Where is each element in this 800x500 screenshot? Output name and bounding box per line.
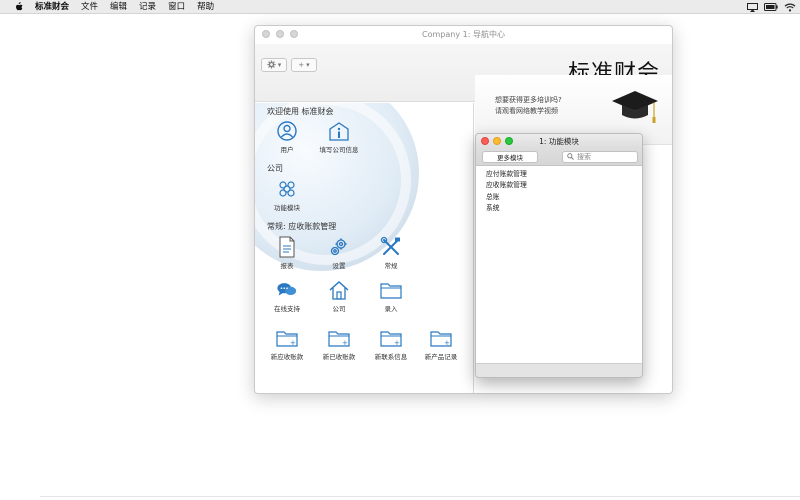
nav-item-general[interactable]: 常规 — [361, 236, 421, 270]
list-item[interactable]: 系统 — [486, 203, 632, 214]
nav-item-label: 功能模块 — [274, 204, 300, 212]
company-info-icon — [328, 120, 350, 142]
svg-text:+: + — [394, 339, 400, 347]
nav-item-label: 常规 — [384, 262, 398, 270]
modules-icon — [276, 178, 298, 200]
promo-line-2: 请观看网络教学视频 — [495, 107, 558, 115]
search-icon — [567, 152, 574, 162]
nav-item-label: 录入 — [384, 305, 398, 313]
gear-icon — [267, 59, 276, 71]
report-icon — [276, 236, 298, 258]
nav-item-label: 在线支持 — [274, 305, 300, 313]
nav-item-new-receivable[interactable]: + 新应收账款 — [257, 327, 317, 361]
action-menu-button[interactable]: ▾ — [261, 58, 287, 72]
nav-item-label: 新产品记录 — [424, 353, 458, 361]
apple-menu-icon[interactable] — [11, 0, 25, 14]
new-folder-icon: + — [380, 327, 402, 349]
nav-item-company[interactable]: 公司 — [309, 279, 369, 313]
nav-item-modules[interactable]: 功能模块 — [257, 178, 317, 212]
nav-item-settings[interactable]: 设置 — [309, 236, 369, 270]
promo-line-1: 想要获得更多培训吗? — [495, 96, 562, 104]
modules-list: 应付账款管理 应收账款管理 总账 系统 — [476, 167, 642, 216]
menu-help[interactable]: 帮助 — [197, 0, 214, 14]
modules-window-titlebar[interactable]: 1: 功能模块 — [476, 134, 642, 148]
svg-text:+: + — [444, 339, 450, 347]
new-folder-icon: + — [430, 327, 452, 349]
nav-item-label: 新联系信息 — [374, 353, 408, 361]
add-menu-button[interactable]: + ▾ — [291, 58, 317, 72]
new-folder-icon: + — [328, 327, 350, 349]
tools-icon — [380, 236, 402, 258]
folder-icon — [380, 279, 402, 301]
nav-item-company-info[interactable]: 填写公司信息 — [309, 120, 369, 154]
nav-item-new-product[interactable]: + 新产品记录 — [411, 327, 471, 361]
search-input[interactable] — [577, 153, 637, 161]
window-titlebar[interactable]: Company 1: 导航中心 — [255, 26, 672, 44]
battery-icon[interactable] — [764, 3, 778, 11]
nav-item-label: 公司 — [332, 305, 346, 313]
list-item[interactable]: 应付账款管理 — [486, 169, 632, 180]
nav-item-label: 报表 — [280, 262, 294, 270]
svg-text:+: + — [290, 339, 296, 347]
graduation-cap-icon — [610, 87, 660, 129]
search-field[interactable] — [562, 151, 638, 163]
modules-window-toolbar: 更多模块 — [476, 148, 642, 166]
company-section-title: 公司 — [267, 164, 283, 173]
window-title: Company 1: 导航中心 — [422, 30, 505, 39]
svg-text:+: + — [342, 339, 348, 347]
user-icon — [276, 120, 298, 142]
nav-item-online-support[interactable]: 在线支持 — [257, 279, 317, 313]
nav-item-label: 用户 — [280, 146, 294, 154]
house-icon — [328, 279, 350, 301]
nav-item-new-received[interactable]: + 新已收账款 — [309, 327, 369, 361]
airplay-icon[interactable] — [747, 2, 758, 12]
menu-edit[interactable]: 编辑 — [110, 0, 127, 14]
general-section-title: 常规: 应收账款管理 — [267, 222, 337, 231]
chat-icon — [276, 279, 298, 301]
navigation-pane: 欢迎使用 标准财会 用户 填写公司信息 公司 功能模块 常规: 应收账款管理 报… — [255, 103, 474, 393]
list-item[interactable]: 总账 — [486, 192, 632, 203]
nav-item-user[interactable]: 用户 — [257, 120, 317, 154]
status-area — [747, 0, 796, 14]
nav-item-label: 新应收账款 — [270, 353, 304, 361]
plus-icon: + — [298, 61, 305, 69]
menu-file[interactable]: 文件 — [81, 0, 98, 14]
nav-item-label: 填写公司信息 — [319, 146, 359, 154]
list-item[interactable]: 应收账款管理 — [486, 180, 632, 191]
modules-window-title: 1: 功能模块 — [539, 137, 579, 146]
menu-bar: 标准财会 文件 编辑 记录 窗口 帮助 — [0, 0, 800, 14]
settings-gear-icon — [328, 236, 350, 258]
nav-item-label: 新已收账款 — [322, 353, 356, 361]
dock-edge — [40, 496, 800, 500]
more-modules-button[interactable]: 更多模块 — [482, 151, 538, 163]
modules-window-footer — [476, 363, 642, 377]
menu-window[interactable]: 窗口 — [168, 0, 185, 14]
welcome-section-title: 欢迎使用 标准财会 — [267, 107, 334, 116]
chevron-down-icon: ▾ — [277, 61, 282, 69]
nav-item-label: 设置 — [332, 262, 346, 270]
menu-app-name[interactable]: 标准财会 — [35, 0, 69, 14]
menu-records[interactable]: 记录 — [139, 0, 156, 14]
modules-window: 1: 功能模块 更多模块 应付账款管理 应收账款管理 总账 系统 — [475, 133, 643, 378]
new-folder-icon: + — [276, 327, 298, 349]
wifi-icon[interactable] — [784, 3, 796, 12]
nav-item-reports[interactable]: 报表 — [257, 236, 317, 270]
chevron-down-icon: ▾ — [306, 61, 310, 69]
nav-item-entry[interactable]: 录入 — [361, 279, 421, 313]
